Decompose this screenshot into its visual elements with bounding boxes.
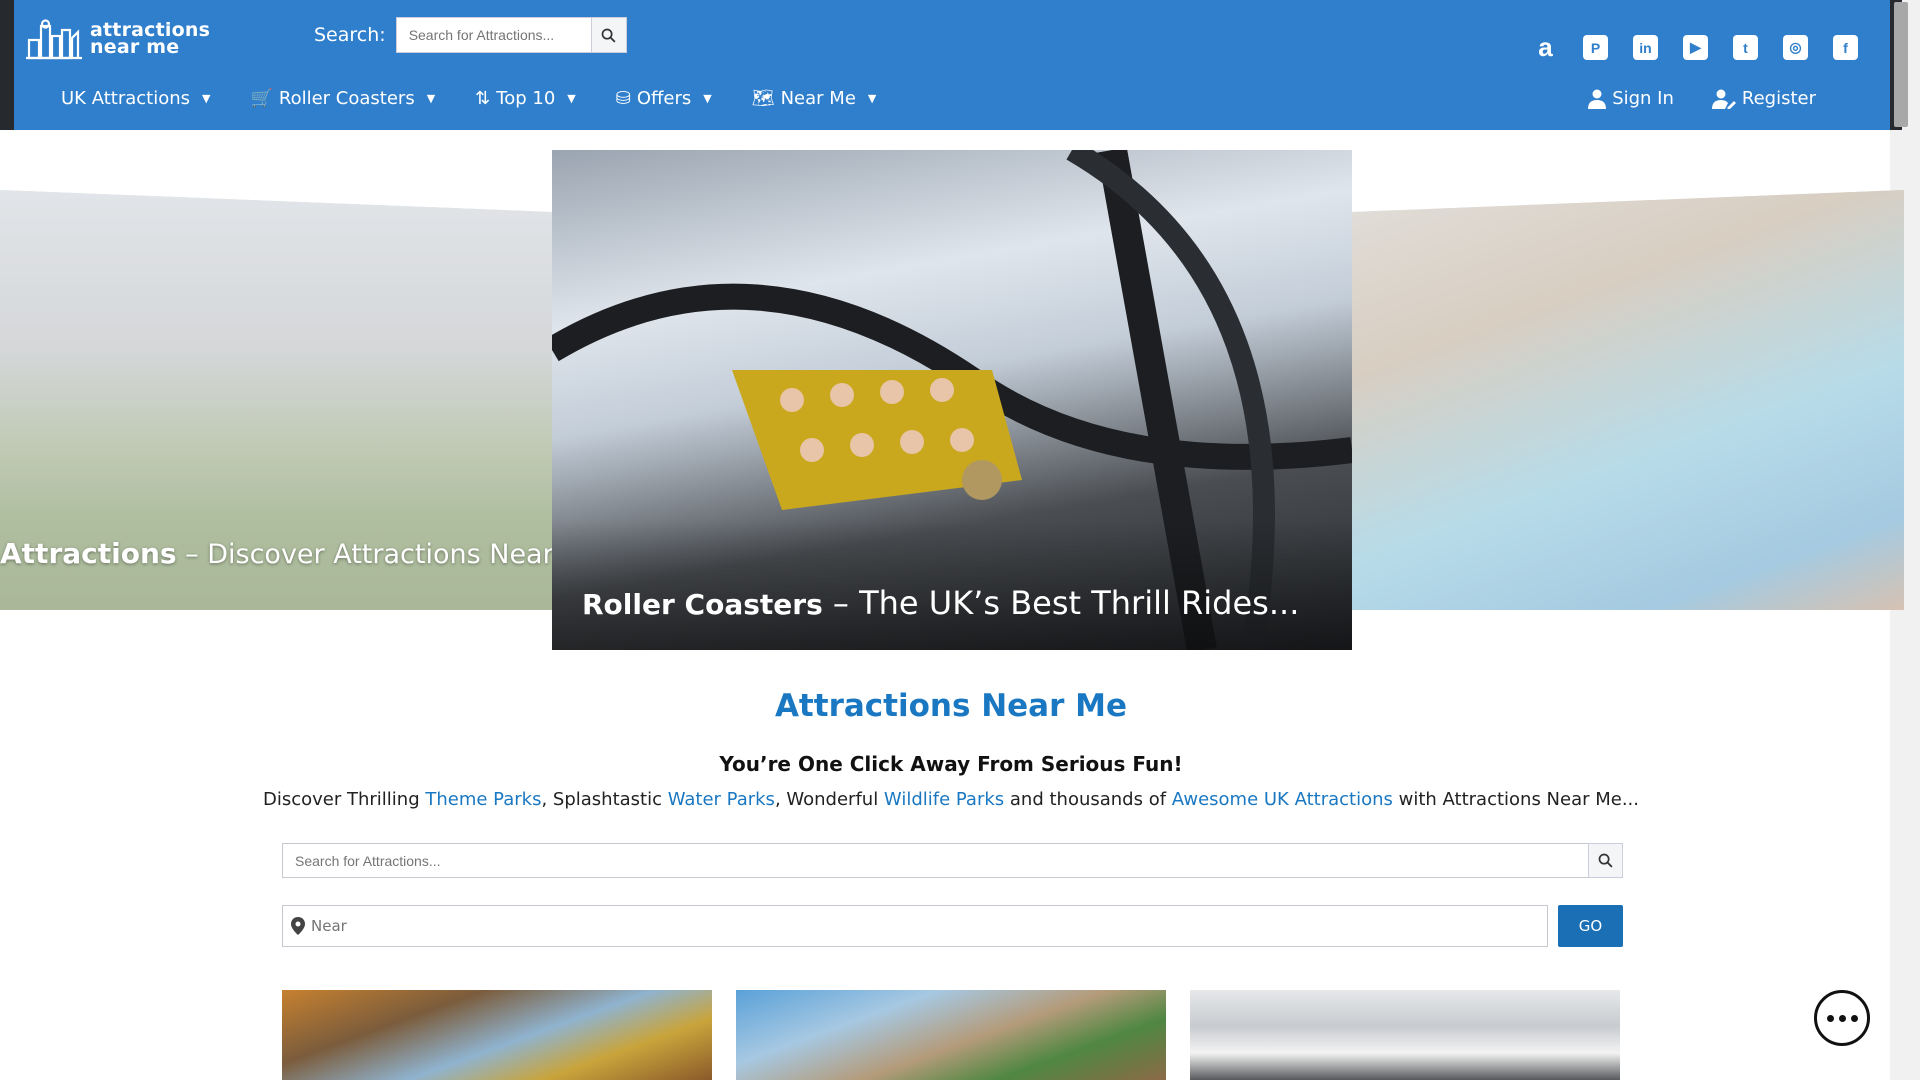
facebook-icon[interactable]: f <box>1833 35 1858 60</box>
logo-text: attractions near me <box>90 21 210 58</box>
pinterest-icon[interactable]: P <box>1583 35 1608 60</box>
register-label: Register <box>1741 88 1816 109</box>
map-icon: 🗺 <box>751 88 775 109</box>
linkedin-icon[interactable]: in <box>1633 35 1658 60</box>
caption-rest: – The UK’s Best Thrill Rides... <box>822 584 1300 622</box>
attraction-card-image[interactable] <box>1190 990 1620 1080</box>
logo-line-2: near me <box>90 36 180 58</box>
near-search: GO <box>282 905 1623 947</box>
main-nav: UK Attractions ▼ 🛒 Roller Coasters ▼ ⇅ Top 1… <box>61 88 876 109</box>
attraction-card-image[interactable] <box>736 990 1166 1080</box>
scrollbar-thumb[interactable] <box>1894 2 1908 127</box>
main-search-input[interactable] <box>282 843 1588 878</box>
near-field[interactable] <box>282 905 1548 947</box>
youtube-icon[interactable]: ▶ <box>1683 35 1708 60</box>
site-logo[interactable]: attractions near me <box>26 18 210 60</box>
left-edge-strip <box>0 0 14 130</box>
nav-offers[interactable]: ⛁ Offers ▼ <box>616 88 712 109</box>
site-header <box>0 0 1890 130</box>
caption-bold: Roller Coasters <box>582 588 823 621</box>
search-icon <box>1598 853 1613 868</box>
slide-center[interactable]: Roller Coasters – The UK’s Best Thrill R… <box>552 150 1352 650</box>
nav-near-me[interactable]: 🗺 Near Me ▼ <box>752 88 877 109</box>
chat-dot <box>1826 1014 1834 1022</box>
nav-uk-attractions[interactable]: UK Attractions ▼ <box>61 88 210 109</box>
near-input[interactable] <box>311 917 1547 935</box>
caret-down-icon: ▼ <box>567 92 576 105</box>
chat-dot <box>1850 1014 1858 1022</box>
caret-down-icon: ▼ <box>703 92 712 105</box>
desc-text: Discover Thrilling <box>262 789 426 810</box>
sort-icon: ⇅ <box>475 88 491 109</box>
caret-down-icon: ▼ <box>426 92 436 105</box>
city-skyline-icon <box>26 19 82 60</box>
desc-text: and thousands of <box>1004 789 1172 810</box>
desc-text: with Attractions Near Me... <box>1392 789 1640 810</box>
page-subtitle: You’re One Click Away From Serious Fun! <box>719 752 1183 776</box>
main-search <box>282 843 1623 878</box>
desc-text: , Splashtastic <box>541 789 668 810</box>
nav-label: Roller Coasters <box>278 88 415 109</box>
nav-roller-coasters[interactable]: 🛒 Roller Coasters ▼ <box>250 88 435 109</box>
water-parks-link[interactable]: Water Parks <box>668 789 775 810</box>
coins-icon: ⛁ <box>615 88 631 109</box>
slide-left[interactable]: Attractions – Discover Attractions Near … <box>0 190 552 610</box>
attraction-card-image[interactable] <box>282 990 712 1080</box>
user-icon <box>1588 89 1607 109</box>
map-pin-icon <box>291 917 305 935</box>
attraction-cards <box>282 990 1620 1080</box>
sign-in-label: Sign In <box>1612 88 1674 109</box>
page-title: Attractions Near Me <box>774 688 1128 724</box>
user-edit-icon <box>1711 89 1736 109</box>
chat-dot <box>1838 1014 1846 1022</box>
search-label: Search: <box>314 24 386 46</box>
wildlife-parks-link[interactable]: Wildlife Parks <box>884 789 1004 810</box>
search-icon <box>601 28 616 43</box>
caret-down-icon: ▼ <box>202 92 211 105</box>
nav-label: Top 10 <box>496 88 556 109</box>
header-search-input[interactable] <box>395 17 591 53</box>
nav-label: UK Attractions <box>61 88 190 109</box>
nav-label: Offers <box>636 88 692 109</box>
slide-left-caption: Attractions – Discover Attractions Near … <box>0 537 552 570</box>
sign-in-link[interactable]: Sign In <box>1588 88 1674 109</box>
caption-rest: – Discover Attractions Near You... <box>185 539 552 570</box>
auth-nav: Sign In Register <box>1588 88 1816 109</box>
uk-attractions-link[interactable]: Awesome UK Attractions <box>1172 789 1393 810</box>
go-button[interactable]: GO <box>1558 905 1623 947</box>
twitter-icon[interactable]: t <box>1733 35 1758 60</box>
desc-text: , Wonderful <box>774 789 884 810</box>
main-search-button[interactable] <box>1588 843 1623 878</box>
social-links: a P in ▶ t ◎ f <box>1533 32 1858 62</box>
page-description: Discover Thrilling Theme Parks, Splashta… <box>0 789 1902 810</box>
nav-top-10[interactable]: ⇅ Top 10 ▼ <box>475 88 576 109</box>
cart-icon: 🛒 <box>250 88 273 109</box>
slide-center-caption: Roller Coasters – The UK’s Best Thrill R… <box>582 584 1299 622</box>
register-link[interactable]: Register <box>1711 88 1816 109</box>
slide-overlay <box>1352 190 1904 610</box>
header-search-button[interactable] <box>590 17 627 53</box>
amazon-icon[interactable]: a <box>1533 32 1558 62</box>
slide-right[interactable] <box>1352 190 1904 610</box>
theme-parks-link[interactable]: Theme Parks <box>425 789 541 810</box>
caption-bold: Attractions <box>0 537 177 570</box>
header-search: Search: <box>314 17 627 53</box>
instagram-icon[interactable]: ◎ <box>1783 35 1808 60</box>
caret-down-icon: ▼ <box>867 92 877 105</box>
nav-label: Near Me <box>780 88 856 109</box>
chat-button[interactable] <box>1814 990 1870 1046</box>
